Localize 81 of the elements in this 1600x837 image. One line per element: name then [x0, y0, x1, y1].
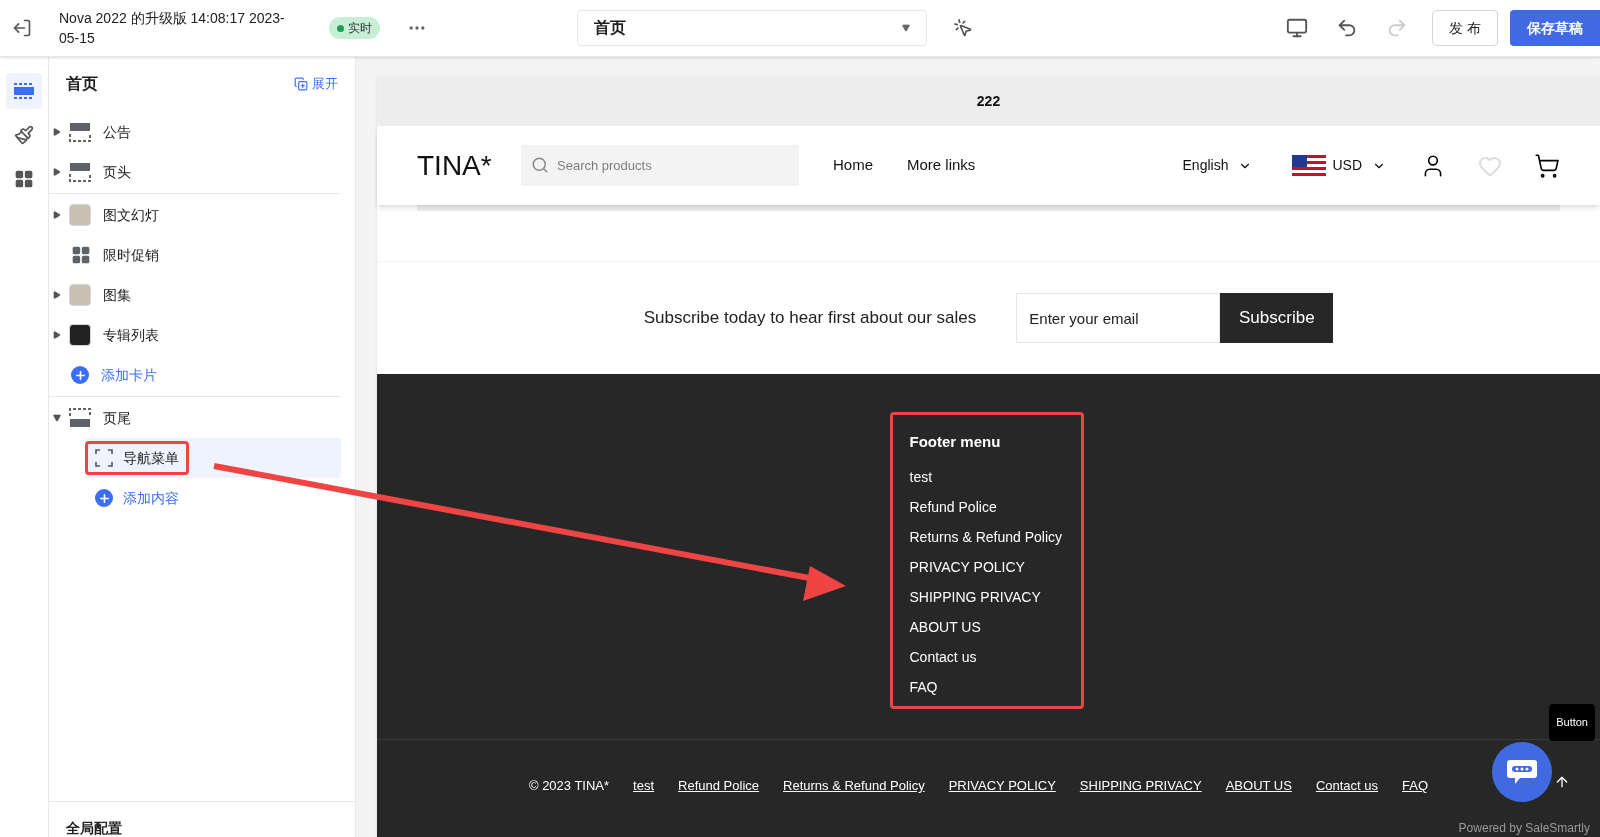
add-link[interactable]: 添加内容: [123, 487, 179, 509]
tree-item[interactable]: 专辑列表: [99, 324, 159, 346]
footer-bottom-link[interactable]: Refund Police: [678, 776, 760, 796]
publish-button[interactable]: 发 布: [1432, 10, 1498, 46]
caret-down-icon: [902, 24, 910, 32]
expand-icon: [294, 77, 308, 91]
language-select[interactable]: English: [1182, 155, 1253, 176]
caret-right-icon[interactable]: [53, 168, 61, 176]
add-icon: [95, 489, 113, 507]
footer-bottom-link[interactable]: PRIVACY POLICY: [948, 776, 1056, 796]
document-title: Nova 2022 的升级版 14:08:17 2023-05-15: [59, 9, 286, 48]
footer-link[interactable]: test: [909, 467, 1064, 487]
caret-right-icon[interactable]: [53, 211, 61, 219]
tree-item[interactable]: 限时促销: [99, 244, 159, 266]
layout-icon: [69, 408, 91, 428]
brush-icon: [14, 125, 34, 145]
add-icon: [71, 366, 89, 384]
search-field[interactable]: Search products: [521, 145, 799, 186]
thumbnail-placeholder: [69, 284, 91, 306]
caret-right-icon[interactable]: [53, 128, 61, 136]
undo-icon[interactable]: [1336, 17, 1358, 39]
layout-icon: [69, 162, 91, 182]
currency-select[interactable]: USD: [1332, 155, 1386, 176]
grid-icon: [71, 245, 91, 265]
footer-bottom-link[interactable]: ABOUT US: [1225, 776, 1292, 796]
nav-link[interactable]: More links: [907, 154, 976, 177]
footer-link[interactable]: PRIVACY POLICY: [909, 557, 1064, 577]
footer-link[interactable]: SHIPPING PRIVACY: [909, 587, 1064, 607]
footer-link[interactable]: Refund Police: [909, 497, 1064, 517]
exit-icon[interactable]: [12, 18, 32, 38]
us-flag-icon: [1292, 154, 1327, 177]
select-element-icon[interactable]: [953, 18, 973, 38]
layout-icon: [69, 122, 91, 142]
footer-link[interactable]: ABOUT US: [909, 617, 1064, 637]
announcement-text: 222: [976, 92, 1001, 111]
add-link[interactable]: 添加卡片: [97, 364, 157, 386]
expand-button[interactable]: 展开: [294, 74, 338, 94]
caret-down-icon[interactable]: [53, 414, 61, 422]
rail-tab[interactable]: [6, 73, 42, 109]
footer-menu-title: Footer menu: [909, 432, 1002, 452]
chat-icon: [1506, 758, 1538, 786]
sections-icon: [13, 82, 35, 100]
caret-right-icon[interactable]: [53, 331, 61, 339]
desktop-icon[interactable]: [1286, 17, 1308, 39]
tree-item[interactable]: 页头: [99, 161, 131, 183]
footer-bottom-link[interactable]: test: [633, 776, 655, 796]
copyright-text: © 2023 TINA*: [528, 777, 610, 795]
footer-bottom-link[interactable]: FAQ: [1402, 776, 1429, 796]
thumbnail-placeholder: [69, 324, 91, 346]
add-widget-icon: [14, 169, 34, 189]
tree-item[interactable]: 公告: [99, 121, 131, 143]
page-select[interactable]: 首页: [577, 10, 927, 46]
tree-item[interactable]: 图文幻灯: [99, 204, 159, 226]
cart-icon[interactable]: [1534, 152, 1560, 179]
footer-bottom-link[interactable]: Returns & Refund Policy: [783, 776, 925, 796]
footer-link[interactable]: Contact us: [909, 647, 1064, 667]
email-field[interactable]: Enter your email: [1016, 293, 1221, 343]
scroll-top-icon[interactable]: [1554, 774, 1570, 790]
save-draft-button[interactable]: 保存草稿: [1510, 10, 1600, 46]
tree-item[interactable]: 导航菜单: [123, 447, 179, 469]
tooltip: Button: [1549, 704, 1595, 741]
chat-button[interactable]: [1492, 742, 1552, 802]
thumbnail-placeholder: [69, 204, 91, 226]
tree-item[interactable]: 页尾: [99, 407, 131, 429]
footer-link[interactable]: FAQ: [909, 677, 1064, 697]
global-settings-label[interactable]: 全局配置: [66, 820, 122, 836]
frame-icon: [95, 449, 113, 467]
panel-title: 首页: [66, 74, 98, 94]
powered-by-text: Powered by SaleSmartly: [1458, 821, 1590, 835]
status-badge: 实时: [329, 17, 380, 39]
caret-right-icon[interactable]: [53, 291, 61, 299]
selected-row[interactable]: 导航菜单: [85, 438, 341, 478]
tree-item[interactable]: 图集: [99, 284, 131, 306]
footer-bottom-link[interactable]: SHIPPING PRIVACY: [1079, 776, 1202, 796]
footer-link[interactable]: Returns & Refund Policy: [909, 527, 1064, 547]
store-logo[interactable]: TINA*: [417, 144, 521, 187]
search-icon: [531, 156, 549, 174]
footer-bottom-link[interactable]: Contact us: [1315, 776, 1379, 796]
subscribe-text: Subscribe today to hear first about our sales: [643, 307, 977, 330]
subscribe-button[interactable]: Subscribe: [1220, 293, 1334, 343]
nav-link[interactable]: Home: [833, 154, 873, 177]
